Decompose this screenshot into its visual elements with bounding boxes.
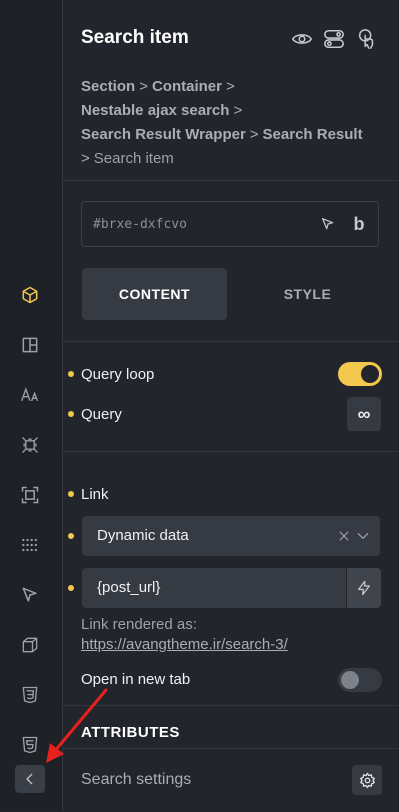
settings-button[interactable]	[352, 765, 382, 795]
toggle-knob	[361, 365, 379, 383]
bold-icon[interactable]: b	[349, 214, 369, 234]
eye-icon[interactable]	[289, 26, 315, 52]
clear-icon[interactable]	[338, 530, 350, 542]
toggle-icon[interactable]	[321, 26, 347, 52]
box-icon[interactable]	[16, 281, 44, 309]
indicator-dot	[68, 371, 74, 377]
breadcrumb-item[interactable]: Section	[81, 78, 135, 95]
open-new-tab-label: Open in new tab	[81, 671, 191, 688]
bolt-icon	[358, 580, 370, 596]
query-loop-label: Query loop	[81, 366, 155, 383]
grid-dots-icon[interactable]	[16, 531, 44, 559]
annotation-arrow	[46, 688, 108, 763]
breadcrumb-item[interactable]: Nestable ajax search	[81, 102, 229, 119]
page-title: Search item	[81, 27, 189, 48]
chevron-down-icon[interactable]	[356, 529, 370, 543]
indicator-dot	[68, 585, 74, 591]
indicator-dot	[68, 533, 74, 539]
chevron-left-icon	[26, 773, 33, 785]
link-rendered-label: Link rendered as:	[81, 616, 197, 633]
link-type-value: Dynamic data	[97, 527, 189, 544]
dynamic-data-button[interactable]	[347, 568, 381, 608]
cursor-icon[interactable]	[318, 214, 338, 234]
divider	[63, 451, 399, 452]
breadcrumb: Section > Container > Nestable ajax search >…	[81, 78, 363, 167]
typography-icon[interactable]	[16, 381, 44, 409]
query-loop-toggle[interactable]	[338, 362, 382, 386]
divider	[63, 341, 399, 342]
cursor-icon[interactable]	[16, 581, 44, 609]
hand-pointer-icon[interactable]	[354, 26, 380, 52]
panel-header: Search item Section > Container > Nestable …	[63, 0, 399, 181]
indicator-dot	[68, 491, 74, 497]
tab-content[interactable]: CONTENT	[82, 268, 227, 320]
indicator-dot	[68, 411, 74, 417]
spacing-icon[interactable]	[16, 431, 44, 459]
panel-footer: Search settings	[63, 748, 399, 812]
divider	[63, 705, 399, 706]
link-type-select[interactable]: Dynamic data	[82, 516, 380, 556]
tab-style[interactable]: STYLE	[235, 268, 380, 320]
breadcrumb-item[interactable]: Search Result	[263, 126, 363, 143]
collapse-sidebar-button[interactable]	[15, 765, 45, 793]
toggle-knob	[341, 671, 359, 689]
layout-icon[interactable]	[16, 331, 44, 359]
css-id-value: #brxe-dxfcvo	[93, 217, 187, 232]
query-settings-button[interactable]: ∞	[347, 397, 381, 431]
link-label: Link	[81, 486, 109, 503]
cube-icon[interactable]	[16, 631, 44, 659]
frame-icon[interactable]	[16, 481, 44, 509]
query-label: Query	[81, 406, 122, 423]
breadcrumb-current: Search item	[93, 150, 174, 167]
breadcrumb-item[interactable]: Container	[152, 78, 222, 95]
gear-icon	[359, 772, 375, 788]
search-settings-label: Search settings	[81, 771, 192, 788]
css-id-field[interactable]: #brxe-dxfcvo b	[81, 201, 379, 247]
element-panel: Search item Section > Container > Nestable …	[63, 0, 399, 812]
link-url-value: {post_url}	[97, 579, 161, 596]
breadcrumb-item[interactable]: Search Result Wrapper	[81, 126, 246, 143]
link-rendered-url[interactable]: https://avangtheme.ir/search-3/	[81, 636, 288, 653]
link-url-input[interactable]: {post_url}	[82, 568, 346, 608]
open-new-tab-toggle[interactable]	[338, 668, 382, 692]
